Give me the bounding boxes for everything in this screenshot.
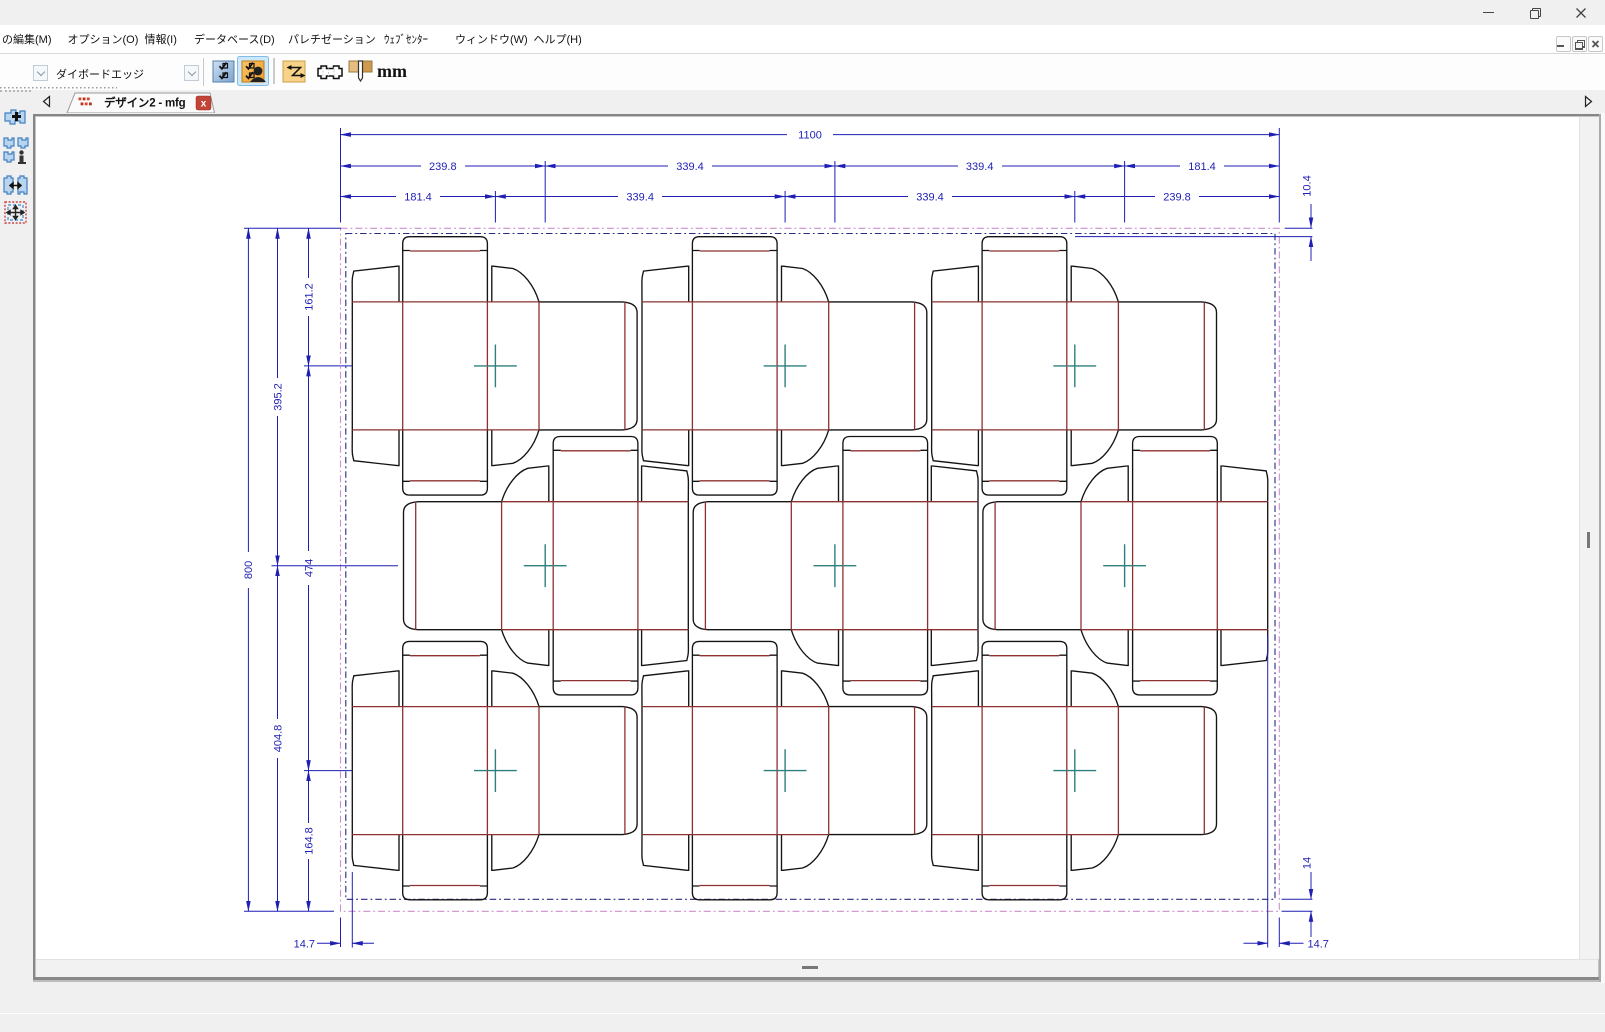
- svg-text:161.2: 161.2: [303, 283, 315, 311]
- svg-text:239.8: 239.8: [1163, 191, 1191, 203]
- svg-text:339.4: 339.4: [916, 191, 944, 203]
- svg-text:474: 474: [303, 559, 315, 577]
- svg-text:239.8: 239.8: [429, 161, 457, 173]
- svg-text:339.4: 339.4: [626, 191, 654, 203]
- svg-text:800: 800: [243, 561, 255, 579]
- svg-text:339.4: 339.4: [676, 161, 704, 173]
- svg-text:14: 14: [1301, 857, 1313, 869]
- svg-text:181.4: 181.4: [404, 191, 432, 203]
- svg-text:10.4: 10.4: [1301, 175, 1313, 196]
- svg-text:339.4: 339.4: [966, 161, 994, 173]
- svg-text:14.7: 14.7: [1308, 938, 1329, 950]
- svg-text:395.2: 395.2: [272, 383, 284, 411]
- svg-text:404.8: 404.8: [272, 725, 284, 753]
- svg-text:164.8: 164.8: [303, 827, 315, 855]
- svg-text:181.4: 181.4: [1188, 161, 1216, 173]
- svg-text:14.7: 14.7: [294, 938, 315, 950]
- svg-text:1100: 1100: [798, 129, 822, 141]
